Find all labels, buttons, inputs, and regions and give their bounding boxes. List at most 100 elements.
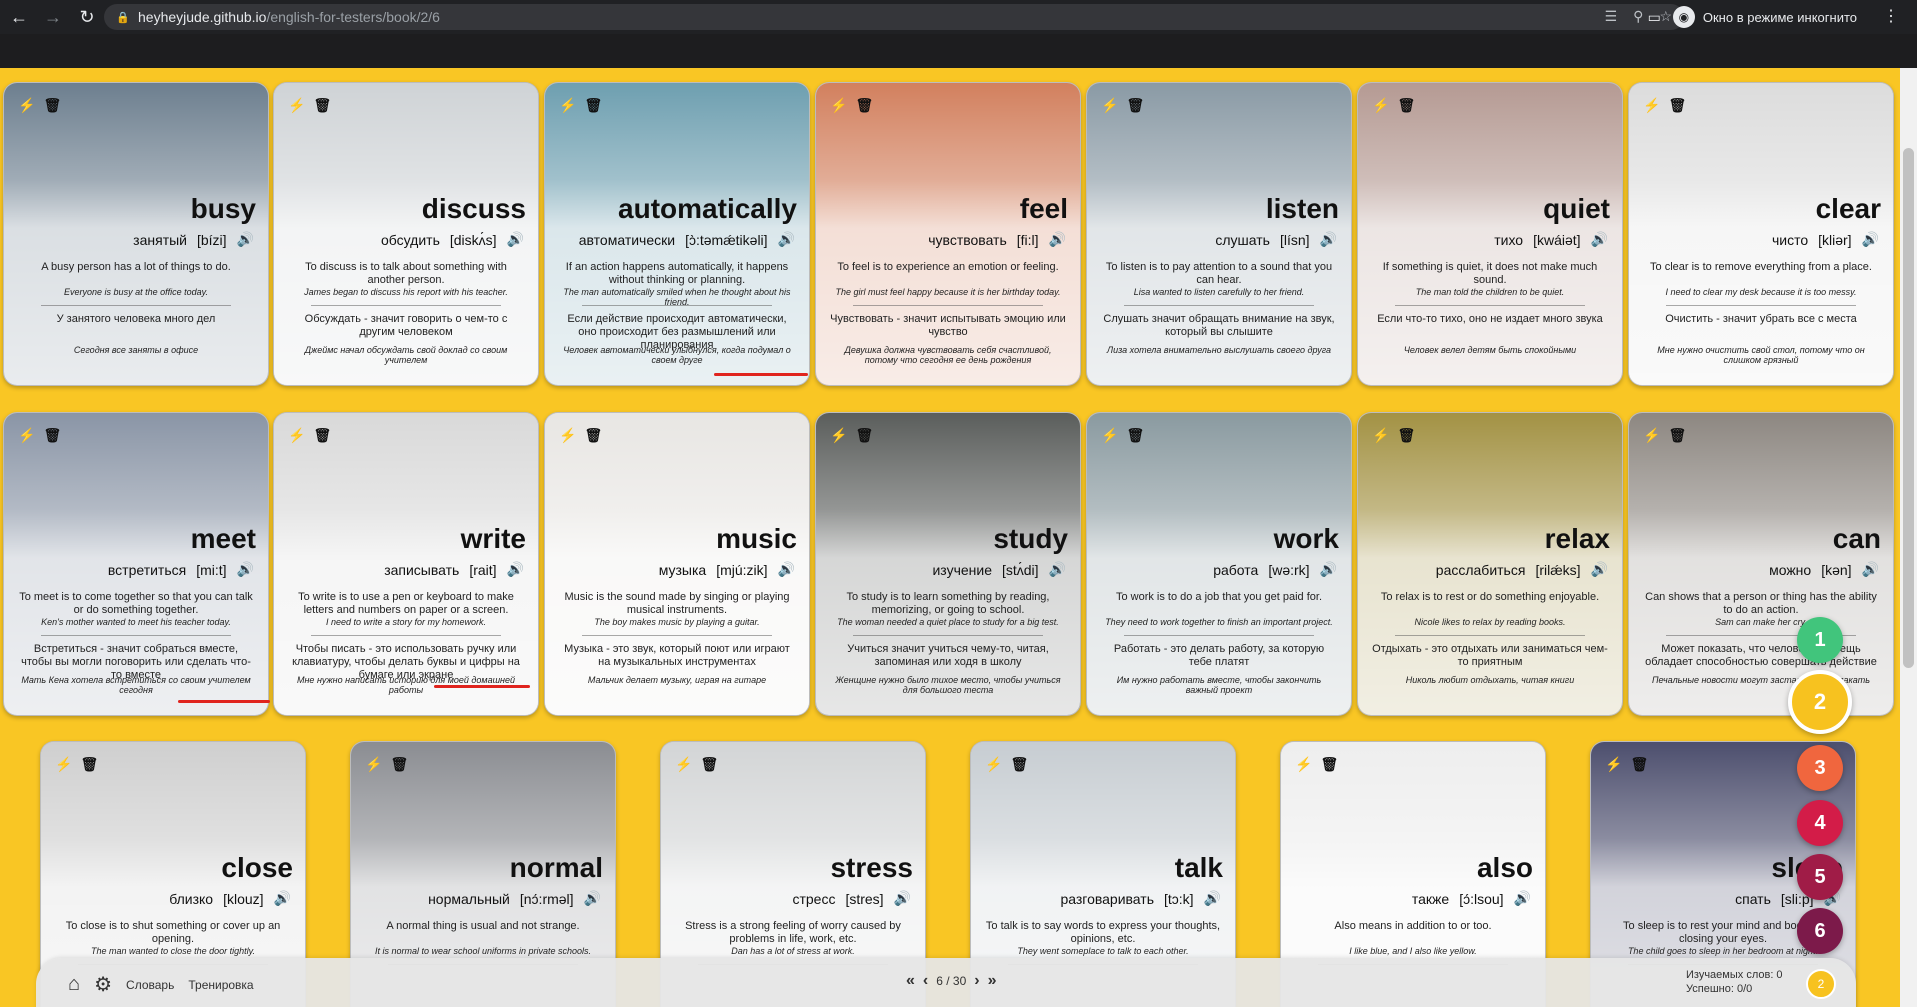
current-level-badge[interactable]: 2 (1806, 969, 1836, 999)
speaker-icon[interactable]: 🔊 (1320, 231, 1337, 248)
dictionary-link[interactable]: Словарь (126, 978, 174, 992)
trash-icon[interactable]: 🗑 (313, 97, 331, 114)
lightning-icon[interactable]: ⚡ (1101, 97, 1118, 114)
trash-icon[interactable]: 🗑 (80, 756, 98, 773)
speaker-icon[interactable]: 🔊 (507, 561, 524, 578)
speaker-icon[interactable]: 🔊 (778, 561, 795, 578)
lightning-icon[interactable]: ⚡ (1295, 756, 1312, 773)
speaker-icon[interactable]: 🔊 (1591, 561, 1608, 578)
trash-icon[interactable]: 🗑 (855, 97, 873, 114)
speaker-icon[interactable]: 🔊 (1591, 231, 1608, 248)
lightning-icon[interactable]: ⚡ (1372, 427, 1389, 444)
card-definition-en: To meet is to come together so that you … (19, 591, 253, 616)
level-button-6[interactable]: 6 (1797, 908, 1843, 954)
word-card[interactable]: ⚡ 🗑 write записывать [rait] 🔊 To write i… (273, 412, 539, 716)
reload-button[interactable]: ↻ (72, 2, 102, 32)
lightning-icon[interactable]: ⚡ (559, 97, 576, 114)
level-button-4[interactable]: 4 (1797, 800, 1843, 846)
speaker-icon[interactable]: 🔊 (1320, 561, 1337, 578)
trash-icon[interactable]: 🗑 (1126, 97, 1144, 114)
level-button-1[interactable]: 1 (1797, 617, 1843, 663)
lightning-icon[interactable]: ⚡ (288, 427, 305, 444)
lightning-icon[interactable]: ⚡ (830, 97, 847, 114)
speaker-icon[interactable]: 🔊 (894, 890, 911, 907)
trash-icon[interactable]: 🗑 (1010, 756, 1028, 773)
word-card[interactable]: ⚡ 🗑 listen слушать [lísn] 🔊 To listen is… (1086, 82, 1352, 386)
lightning-icon[interactable]: ⚡ (830, 427, 847, 444)
trash-icon[interactable]: 🗑 (584, 97, 602, 114)
speaker-icon[interactable]: 🔊 (1862, 231, 1879, 248)
trash-icon[interactable]: 🗑 (855, 427, 873, 444)
word-card[interactable]: ⚡ 🗑 relax расслабиться [rilǽks] 🔊 To rel… (1357, 412, 1623, 716)
trash-icon[interactable]: 🗑 (700, 756, 718, 773)
speaker-icon[interactable]: 🔊 (507, 231, 524, 248)
lightning-icon[interactable]: ⚡ (675, 756, 692, 773)
lightning-icon[interactable]: ⚡ (1605, 756, 1622, 773)
first-page-icon[interactable]: « (906, 972, 915, 990)
word-card[interactable]: ⚡ 🗑 clear чисто [kliər] 🔊 To clear is to… (1628, 82, 1894, 386)
trash-icon[interactable]: 🗑 (390, 756, 408, 773)
lightning-icon[interactable]: ⚡ (1643, 97, 1660, 114)
lightning-icon[interactable]: ⚡ (1101, 427, 1118, 444)
trash-icon[interactable]: 🗑 (584, 427, 602, 444)
back-button[interactable]: ← (4, 2, 34, 32)
lightning-icon[interactable]: ⚡ (365, 756, 382, 773)
forward-button[interactable]: → (38, 2, 68, 32)
zoom-icon[interactable]: ⚲ (1633, 8, 1643, 25)
word-card[interactable]: ⚡ 🗑 discuss обсудить [diskʌ́s] 🔊 To disc… (273, 82, 539, 386)
lightning-icon[interactable]: ⚡ (288, 97, 305, 114)
scrollbar[interactable] (1900, 68, 1917, 1007)
trash-icon[interactable]: 🗑 (1668, 427, 1686, 444)
speaker-icon[interactable]: 🔊 (778, 231, 795, 248)
prev-page-icon[interactable]: ‹ (923, 972, 928, 990)
trash-icon[interactable]: 🗑 (1630, 756, 1648, 773)
speaker-icon[interactable]: 🔊 (237, 231, 254, 248)
word-card[interactable]: ⚡ 🗑 quiet тихо [kwáiət] 🔊 If something i… (1357, 82, 1623, 386)
speaker-icon[interactable]: 🔊 (1514, 890, 1531, 907)
trash-icon[interactable]: 🗑 (1397, 97, 1415, 114)
last-page-icon[interactable]: » (988, 972, 997, 990)
word-card[interactable]: ⚡ 🗑 can можно [kən] 🔊 Can shows that a p… (1628, 412, 1894, 716)
trash-icon[interactable]: 🗑 (1320, 756, 1338, 773)
next-page-icon[interactable]: › (974, 972, 979, 990)
menu-icon[interactable]: ⋮ (1883, 6, 1899, 26)
speaker-icon[interactable]: 🔊 (237, 561, 254, 578)
speaker-icon[interactable]: 🔊 (1862, 561, 1879, 578)
trash-icon[interactable]: 🗑 (1668, 97, 1686, 114)
lightning-icon[interactable]: ⚡ (1372, 97, 1389, 114)
trash-icon[interactable]: 🗑 (43, 97, 61, 114)
word-card[interactable]: ⚡ 🗑 work работа [wə:rk] 🔊 To work is to … (1086, 412, 1352, 716)
lightning-icon[interactable]: ⚡ (1643, 427, 1660, 444)
speaker-icon[interactable]: 🔊 (1204, 890, 1221, 907)
sidepanel-icon[interactable]: ▭ (1648, 9, 1661, 26)
lightning-icon[interactable]: ⚡ (55, 756, 72, 773)
lightning-icon[interactable]: ⚡ (18, 427, 35, 444)
speaker-icon[interactable]: 🔊 (584, 890, 601, 907)
speaker-icon[interactable]: 🔊 (274, 890, 291, 907)
level-button-3[interactable]: 3 (1797, 745, 1843, 791)
word-card[interactable]: ⚡ 🗑 study изучение [stʌ́di] 🔊 To study i… (815, 412, 1081, 716)
gear-icon[interactable]: ⚙ (94, 972, 112, 997)
level-button-2[interactable]: 2 (1788, 670, 1852, 734)
speaker-icon[interactable]: 🔊 (1049, 561, 1066, 578)
word-card[interactable]: ⚡ 🗑 automatically автоматически [ɔ̀:təmǽ… (544, 82, 810, 386)
speaker-icon[interactable]: 🔊 (1049, 231, 1066, 248)
lightning-icon[interactable]: ⚡ (559, 427, 576, 444)
word-card[interactable]: ⚡ 🗑 meet встретиться [mi:t] 🔊 To meet is… (3, 412, 269, 716)
level-button-5[interactable]: 5 (1797, 854, 1843, 900)
address-bar[interactable]: 🔒 heyheyjude.github.io/english-for-teste… (104, 4, 1684, 30)
word-card[interactable]: ⚡ 🗑 music музыка [mjú:zik] 🔊 Music is th… (544, 412, 810, 716)
incognito-indicator[interactable]: ◉ Окно в режиме инкогнито (1672, 6, 1857, 28)
scroll-thumb[interactable] (1903, 148, 1914, 668)
lightning-icon[interactable]: ⚡ (18, 97, 35, 114)
word-card[interactable]: ⚡ 🗑 busy занятый [bízi] 🔊 A busy person … (3, 82, 269, 386)
trash-icon[interactable]: 🗑 (43, 427, 61, 444)
trash-icon[interactable]: 🗑 (313, 427, 331, 444)
translate-icon[interactable]: ☰ (1605, 8, 1618, 25)
trash-icon[interactable]: 🗑 (1126, 427, 1144, 444)
home-icon[interactable]: ⌂ (68, 973, 80, 996)
training-link[interactable]: Тренировка (188, 978, 253, 992)
trash-icon[interactable]: 🗑 (1397, 427, 1415, 444)
word-card[interactable]: ⚡ 🗑 feel чувствовать [fi:l] 🔊 To feel is… (815, 82, 1081, 386)
lightning-icon[interactable]: ⚡ (985, 756, 1002, 773)
